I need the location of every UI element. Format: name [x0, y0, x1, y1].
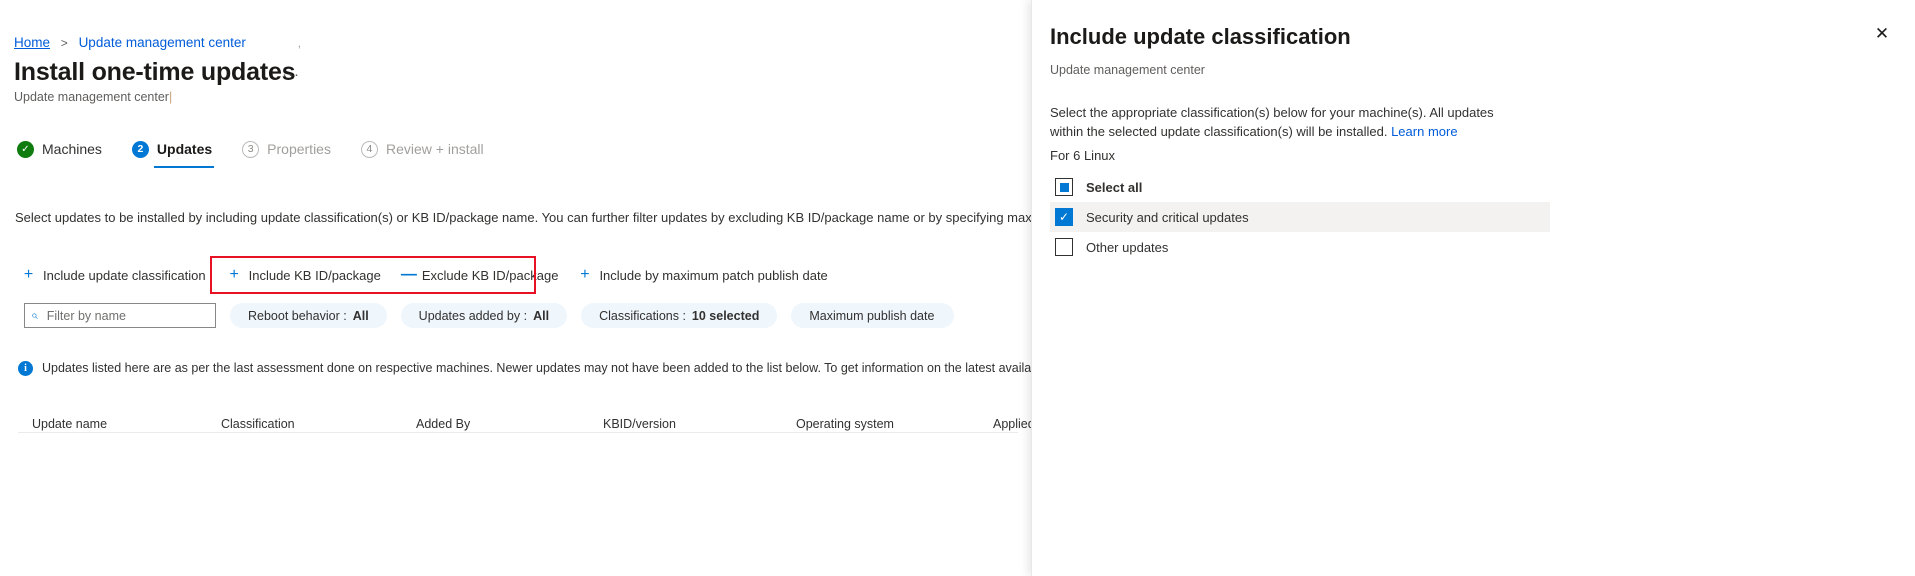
filter-pill-maximum-publish-date[interactable]: Maximum publish date	[791, 303, 955, 328]
search-icon: ⌕	[31, 308, 38, 322]
panel-subtitle: Update management center	[1050, 63, 1205, 77]
plus-icon: +	[580, 266, 590, 283]
classification-checkbox-list: Select all ✓ Security and critical updat…	[1050, 172, 1550, 262]
breadcrumb: Home > Update management center ,	[14, 33, 301, 53]
include-update-classification-panel: Include update classification Update man…	[1031, 0, 1915, 576]
filter-pill-value: All	[533, 308, 550, 323]
page-subtitle: Update management center|	[14, 89, 172, 106]
include-update-classification-label: Include update classification	[43, 267, 206, 283]
page-subtitle-text: Update management center	[14, 90, 169, 104]
include-by-maximum-patch-publish-date-label: Include by maximum patch publish date	[599, 267, 828, 283]
checkbox-row-select-all[interactable]: Select all	[1050, 172, 1550, 202]
step-label-properties: Properties	[267, 141, 331, 157]
updates-table-header: Update name Classification Added By KBID…	[18, 399, 1031, 433]
learn-more-link[interactable]: Learn more	[1391, 124, 1457, 139]
command-bar: + Include update classification + Includ…	[22, 262, 850, 288]
exclude-kb-id-package-label: Exclude KB ID/package	[421, 267, 559, 283]
step-number-icon: 2	[131, 140, 149, 158]
step-number-icon: 4	[360, 140, 378, 158]
checkbox-indeterminate-icon[interactable]	[1055, 178, 1073, 196]
step-label-updates: Updates	[156, 141, 213, 157]
filter-pill-value: 10 selected	[691, 308, 760, 323]
column-header-operating-system[interactable]: Operating system	[796, 417, 894, 431]
column-header-added-by[interactable]: Added By	[416, 417, 470, 431]
plus-icon: +	[229, 266, 239, 283]
filter-pill-classifications[interactable]: Classifications : 10 selected	[581, 303, 778, 328]
info-icon: i	[18, 361, 33, 376]
breadcrumb-home[interactable]: Home	[14, 35, 50, 50]
filter-pill-key: Reboot behavior :	[248, 308, 347, 323]
step-review-install[interactable]: 4 Review + install	[359, 133, 486, 165]
filter-pill-key: Maximum publish date	[809, 308, 935, 323]
filter-pill-updates-added-by[interactable]: Updates added by : All	[400, 303, 568, 328]
step-updates[interactable]: 2 Updates	[130, 133, 215, 168]
panel-title: Include update classification	[1050, 24, 1351, 49]
checkbox-checked-icon[interactable]: ✓	[1055, 208, 1073, 226]
checkbox-unchecked-icon[interactable]	[1055, 238, 1073, 256]
step-label-machines: Machines	[42, 141, 102, 157]
step-machines[interactable]: ✓ Machines	[15, 133, 104, 165]
check-icon: ✓	[17, 140, 34, 158]
active-step-underline	[153, 166, 215, 168]
search-box[interactable]: ⌕	[24, 303, 216, 328]
checkbox-row-security-and-critical-updates[interactable]: ✓ Security and critical updates	[1050, 202, 1550, 232]
page-title: Install one-time updates	[14, 58, 296, 86]
exclude-kb-id-package-button[interactable]: — Exclude KB ID/package	[401, 262, 559, 288]
info-banner: i Updates listed here are as per the las…	[18, 360, 1031, 377]
install-one-time-updates-screen: Home > Update management center , Instal…	[0, 0, 1915, 576]
breadcrumb-separator-icon: >	[60, 36, 68, 50]
include-kb-id-package-label: Include KB ID/package	[248, 267, 381, 283]
include-kb-id-package-button[interactable]: + Include KB ID/package	[228, 262, 381, 288]
filter-pill-key: Classifications :	[599, 308, 686, 323]
include-update-classification-button[interactable]: + Include update classification	[22, 262, 206, 288]
main-blade: Home > Update management center , Instal…	[0, 0, 1031, 576]
filter-pill-key: Updates added by :	[418, 308, 528, 323]
checkbox-row-other-updates[interactable]: Other updates	[1050, 232, 1550, 262]
search-input[interactable]	[44, 307, 210, 324]
panel-group-label: For 6 Linux	[1050, 148, 1116, 163]
panel-description: Select the appropriate classification(s)…	[1050, 103, 1530, 141]
filter-pill-reboot-behavior[interactable]: Reboot behavior : All	[230, 303, 387, 328]
column-header-applied[interactable]: Applied	[993, 417, 1031, 431]
step-label-review-install: Review + install	[385, 141, 484, 157]
checkbox-label-security-and-critical-updates: Security and critical updates	[1086, 209, 1249, 225]
column-header-classification[interactable]: Classification	[221, 417, 295, 431]
breadcrumb-update-management-center[interactable]: Update management center	[79, 35, 246, 50]
page-subtitle-tail: |	[168, 90, 173, 104]
wizard-stepper: ✓ Machines 2 Updates 3 Properties 4 Revi…	[15, 133, 512, 168]
minus-icon: —	[400, 266, 417, 283]
include-by-maximum-patch-publish-date-button[interactable]: + Include by maximum patch publish date	[578, 262, 828, 288]
filter-bar: ⌕ Reboot behavior : All Updates added by …	[24, 303, 968, 328]
close-icon[interactable]: ✕	[1867, 18, 1897, 48]
plus-icon: +	[23, 266, 34, 283]
page-description: Select updates to be installed by includ…	[15, 210, 1031, 225]
breadcrumb-tail: ,	[297, 36, 302, 50]
step-number-icon: 3	[242, 140, 260, 158]
step-properties[interactable]: 3 Properties	[240, 133, 333, 165]
checkbox-label-select-all: Select all	[1086, 179, 1143, 195]
column-header-update-name[interactable]: Update name	[32, 417, 107, 431]
column-header-kbid-version[interactable]: KBID/version	[603, 417, 676, 431]
checkbox-label-other-updates: Other updates	[1086, 239, 1169, 255]
more-options-icon[interactable]: ···	[282, 66, 300, 83]
filter-pill-value: All	[352, 308, 369, 323]
info-banner-text: Updates listed here are as per the last …	[42, 361, 1031, 375]
